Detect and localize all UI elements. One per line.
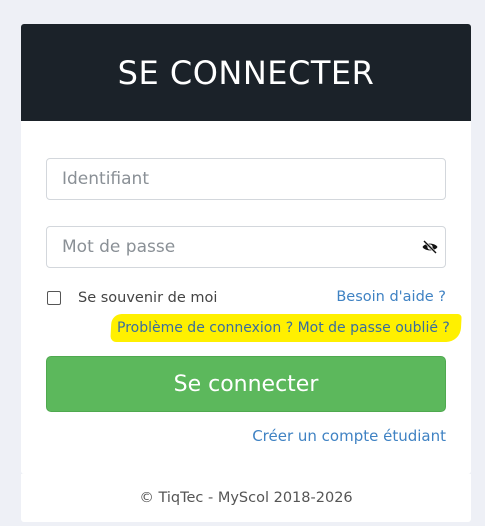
login-card: SE CONNECTER Se souvenir de moi Besoin d… [21, 24, 471, 474]
username-input[interactable] [46, 158, 446, 200]
eye-slash-icon[interactable] [421, 238, 439, 256]
remember-label: Se souvenir de moi [78, 290, 218, 306]
remember-me: Se souvenir de moi [47, 290, 217, 306]
help-link[interactable]: Besoin d'aide ? [336, 289, 446, 305]
password-input[interactable] [46, 226, 446, 268]
footer: © TiqTec - MyScol 2018-2026 [21, 474, 471, 522]
login-button[interactable]: Se connecter [46, 356, 446, 412]
forgot-password-link[interactable]: Problème de connexion ? Mot de passe oub… [117, 320, 450, 336]
copyright-text: © TiqTec - MyScol 2018-2026 [139, 490, 353, 506]
page-title: SE CONNECTER [117, 53, 375, 92]
login-header: SE CONNECTER [21, 24, 471, 121]
remember-checkbox[interactable] [47, 291, 61, 305]
create-account-link[interactable]: Créer un compte étudiant [252, 427, 446, 445]
